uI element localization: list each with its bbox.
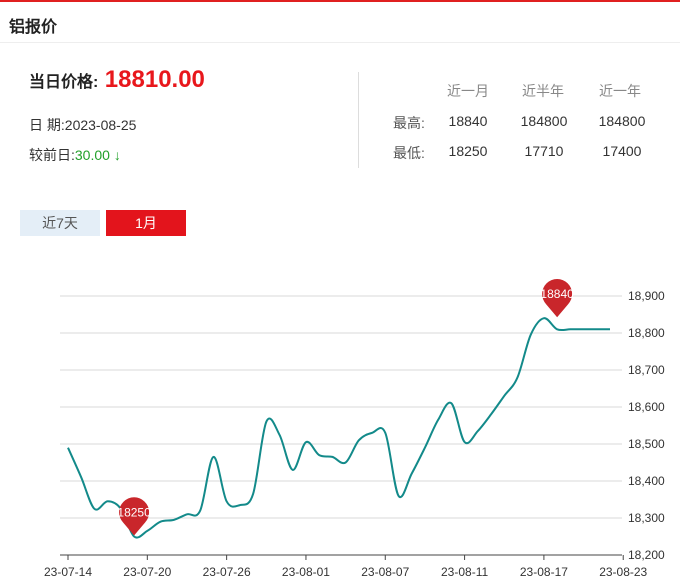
stats-row-high-label: 最高: xyxy=(393,115,425,131)
stats-low-year: 17400 xyxy=(602,143,642,159)
price-line-chart: 18,200 18,300 18,400 18,500 18,600 18,700 18,8… xyxy=(44,279,665,579)
current-price-label: 当日价格: xyxy=(29,74,99,91)
stats-low-month: 18250 xyxy=(448,143,488,159)
current-price: 当日价格: 18810.00 xyxy=(29,66,205,94)
tab-1-month[interactable]: 1月 xyxy=(106,210,186,236)
y-tick-label: 18,700 xyxy=(628,363,665,377)
x-tick-label: 23-07-14 xyxy=(44,565,92,579)
x-tick-label: 23-08-17 xyxy=(520,565,568,579)
current-price-value: 18810.00 xyxy=(104,66,205,93)
tab-7-days[interactable]: 近7天 xyxy=(20,210,100,236)
page-title: 铝报价 xyxy=(9,19,58,36)
x-tick-label: 23-08-07 xyxy=(361,565,409,579)
stats-high-year: 184800 xyxy=(598,113,646,129)
y-tick-label: 18,600 xyxy=(628,400,665,414)
price-change-value: 30.00 ↓ xyxy=(74,147,121,163)
price-date-label: 日 期: xyxy=(29,117,65,133)
x-tick-label: 23-07-26 xyxy=(203,565,251,579)
price-date: 日 期:2023-08-25 xyxy=(29,115,136,135)
extreme-value-label: 18250 xyxy=(117,506,151,520)
y-tick-label: 18,300 xyxy=(628,511,665,525)
header: 铝报价 xyxy=(0,2,680,43)
x-tick-label: 23-08-23 xyxy=(599,565,647,579)
y-tick-label: 18,200 xyxy=(628,548,665,562)
price-change-label: 较前日: xyxy=(29,147,75,163)
stats-column-month: 近一月 xyxy=(447,83,489,99)
stats-high-half-year: 184800 xyxy=(520,113,568,129)
x-tick-label: 23-08-11 xyxy=(441,565,488,579)
price-date-value: 2023-08-25 xyxy=(64,117,137,133)
x-tick-label: 23-07-20 xyxy=(123,565,171,579)
y-tick-label: 18,400 xyxy=(628,474,665,488)
y-tick-label: 18,900 xyxy=(628,289,665,303)
stats-column-year: 近一年 xyxy=(599,83,641,99)
x-tick-label: 23-08-01 xyxy=(282,565,330,579)
y-tick-label: 18,500 xyxy=(628,437,665,451)
stats-low-half-year: 17710 xyxy=(524,143,564,159)
stats-column-half-year: 近半年 xyxy=(522,83,564,99)
price-change: 较前日:30.00 ↓ xyxy=(29,145,121,165)
y-tick-label: 18,800 xyxy=(628,326,665,340)
stats-divider xyxy=(358,72,359,168)
extreme-value-label: 18840 xyxy=(540,287,574,301)
stats-high-month: 18840 xyxy=(448,113,488,129)
stats-row-low-label: 最低: xyxy=(393,145,425,161)
